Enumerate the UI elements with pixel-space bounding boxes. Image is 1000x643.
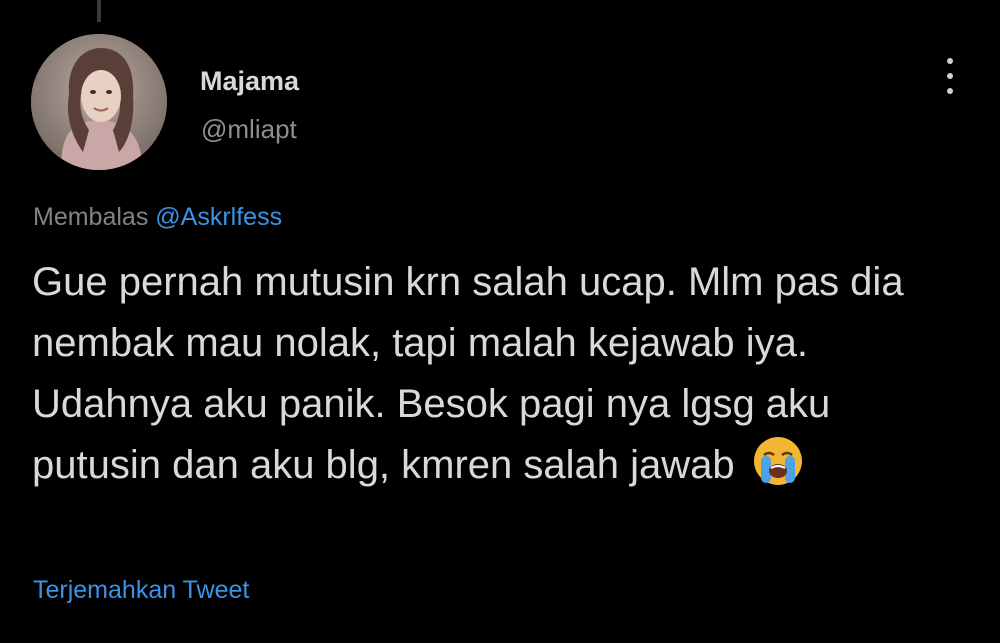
more-vertical-icon[interactable] [935,58,965,94]
reply-mention-link[interactable]: @Askrlfess [155,203,282,231]
more-dot [947,88,953,94]
loudly-crying-face-emoji [753,437,802,485]
avatar[interactable] [31,34,167,170]
more-dot [947,58,953,64]
avatar-photo [31,34,167,170]
replying-to: Membalas @Askrlfess [33,203,282,232]
more-dot [947,73,953,79]
thread-connector-line [97,0,101,22]
replying-to-prefix: Membalas [33,203,149,231]
translate-tweet-link[interactable]: Terjemahkan Tweet [33,576,249,605]
tweet-text: Gue pernah mutusin krn salah ucap. Mlm p… [32,252,962,496]
display-name[interactable]: Majama [200,66,299,97]
user-handle[interactable]: @mliapt [201,114,297,145]
